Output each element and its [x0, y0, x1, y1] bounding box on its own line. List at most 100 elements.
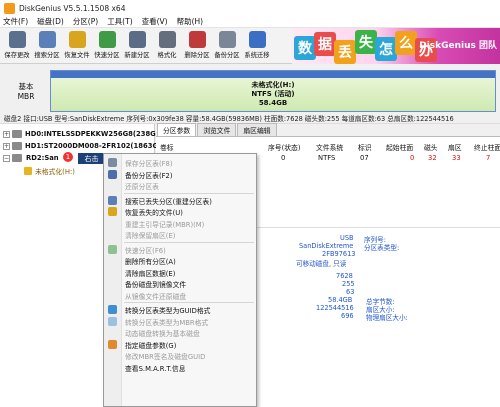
context-menu-item[interactable]: 转换分区表类型为GUID格式: [104, 304, 256, 315]
partition-block[interactable]: 未格式化(H:) NTFS (活动) 58.4GB: [50, 70, 496, 112]
disk-icon: [12, 142, 22, 150]
format-button[interactable]: 格式化: [152, 28, 182, 62]
banner-char: 丢: [334, 40, 356, 64]
tree-node-rd2[interactable]: − RD2:San: [3, 154, 59, 162]
disk-type-label: 基本 MBR: [17, 82, 35, 101]
recover-icon: [108, 207, 117, 216]
delete-icon: [188, 31, 206, 48]
detail-value: 63: [346, 288, 355, 296]
save-icon: [8, 31, 26, 48]
menu-tools[interactable]: 工具(T): [107, 16, 132, 27]
context-menu-label: 清除保留扇区(E): [125, 232, 176, 240]
convert-icon: [108, 305, 117, 314]
context-menu-item: 修改MBR签名及磁盘GUID: [104, 350, 256, 361]
menu-bar: 文件(F) 磁盘(D) 分区(P) 工具(T) 查看(V) 帮助(H): [0, 16, 500, 28]
menu-disk[interactable]: 磁盘(D): [37, 16, 64, 27]
disk-map: 基本 MBR 未格式化(H:) NTFS (活动) 58.4GB: [0, 64, 500, 112]
search-partition-button[interactable]: 搜索分区: [32, 28, 62, 62]
context-menu-item[interactable]: 指定磁盘参数(G): [104, 339, 256, 350]
context-menu-label: 重建主引导记录(MBR)(M): [125, 220, 205, 229]
detail-value: 58.4GB: [328, 296, 353, 304]
banner-char: 怎: [375, 37, 397, 61]
table-cell: 33: [452, 154, 461, 162]
detail-label: 物理扇区大小:: [366, 314, 408, 322]
quick-partition-button[interactable]: 快速分区: [92, 28, 122, 62]
table-cell: 07: [360, 154, 369, 162]
col-header: 标识: [358, 144, 372, 152]
context-menu-label: 修改MBR签名及磁盘GUID: [125, 353, 206, 361]
tree-node-hd1[interactable]: + HD1:ST2000DM008-2FR102(1863G: [3, 142, 158, 150]
backup-partition-button[interactable]: 备份分区: [212, 28, 242, 62]
context-menu-item[interactable]: 备份分区表(F2): [104, 169, 256, 180]
banner-char: 失: [355, 30, 377, 54]
context-menu-item: 保存分区表(F8): [104, 157, 256, 168]
context-menu-label: 指定磁盘参数(G): [125, 341, 177, 350]
context-menu-label: 恢复丢失的文件(U): [125, 209, 183, 217]
partition-name: 未格式化(H:): [251, 81, 295, 89]
detail-label: 分区表类型:: [364, 244, 400, 252]
context-menu-item: 重建主引导记录(MBR)(M): [104, 218, 256, 229]
delete-partition-button[interactable]: 删除分区: [182, 28, 212, 62]
window-title: DiskGenius V5.5.1.1508 x64: [19, 3, 126, 13]
detail-value: 可移动磁盘, 只读: [296, 260, 347, 268]
col-header: 扇区: [448, 144, 462, 152]
menu-view[interactable]: 查看(V): [142, 16, 168, 27]
promo-banner[interactable]: 数 据 丢 失 怎 么 办 DiskGenius 团队: [292, 28, 500, 64]
table-cell: 0: [281, 154, 286, 162]
save-changes-button[interactable]: 保存更改: [2, 28, 32, 62]
context-menu-label: 还原分区表: [125, 183, 159, 191]
context-menu-item: 快速分区(F6): [104, 244, 256, 255]
detail-value: SanDiskExtreme: [299, 242, 354, 250]
system-migrate-button[interactable]: 系统迁移: [242, 28, 272, 62]
context-menu-label: 转换分区表类型为GUID格式: [125, 307, 211, 315]
context-menu-item[interactable]: 备份磁盘到镜像文件: [104, 278, 256, 289]
detail-value: 122544516: [316, 304, 354, 312]
tree-node-partition-h[interactable]: 未格式化(H:): [24, 166, 75, 176]
context-menu-item[interactable]: 恢复丢失的文件(U): [104, 206, 256, 217]
context-menu-item: 还原分区表: [104, 180, 256, 191]
new-partition-button[interactable]: 新建分区: [122, 28, 152, 62]
recover-files-button[interactable]: 恢复文件: [62, 28, 92, 62]
col-header: 终止柱面: [474, 144, 500, 152]
menu-file[interactable]: 文件(F): [3, 16, 28, 27]
format-icon: [158, 31, 176, 48]
disk-icon: [12, 130, 22, 138]
tab-partition-params[interactable]: 分区参数: [157, 123, 197, 136]
backup-icon: [108, 169, 117, 179]
right-click-hint: 右击: [78, 153, 105, 164]
partition-fs: NTFS (活动): [251, 90, 295, 98]
context-menu-item[interactable]: 搜索已丢失分区(重建分区表): [104, 195, 256, 206]
menu-help[interactable]: 帮助(H): [177, 16, 204, 27]
menu-partition[interactable]: 分区(P): [73, 16, 98, 27]
context-menu-label: 快速分区(F6): [125, 246, 166, 255]
banner-char: 据: [314, 32, 336, 56]
recover-icon: [68, 31, 86, 48]
search-icon: [38, 31, 56, 48]
tab-browse-files[interactable]: 浏览文件: [197, 123, 237, 136]
detail-value: 696: [341, 312, 354, 320]
disk-icon: [12, 154, 22, 162]
context-menu-item: 清除保留扇区(E): [104, 229, 256, 240]
context-menu-item[interactable]: 清除扇区数据(E): [104, 267, 256, 278]
banner-brand: DiskGenius 团队: [419, 41, 497, 51]
context-menu-item[interactable]: 查看S.M.A.R.T.信息: [104, 362, 256, 373]
expand-icon: +: [3, 142, 10, 150]
context-menu-item: 转换分区表类型为MBR格式: [104, 316, 256, 327]
context-menu-item[interactable]: 删除所有分区(A): [104, 255, 256, 266]
search-icon: [108, 195, 117, 205]
tab-sector-edit[interactable]: 扇区编辑: [237, 123, 277, 136]
col-header: 卷标: [160, 144, 174, 152]
col-header: 序号(状态): [268, 144, 301, 152]
table-cell: 0: [410, 154, 415, 162]
menu-separator: [124, 241, 254, 243]
context-menu-label: 保存分区表(F8): [125, 160, 173, 168]
context-menu-item: 动态磁盘转换为基本磁盘: [104, 327, 256, 338]
context-menu-label: 从镜像文件还原磁盘: [125, 292, 187, 301]
table-cell: NTFS: [318, 154, 336, 162]
context-menu: 保存分区表(F8) 备份分区表(F2) 还原分区表搜索已丢失分区(重建分区表) 恢复丢…: [103, 153, 257, 407]
save-icon: [108, 158, 117, 167]
banner-char: 么: [395, 31, 417, 55]
detail-value: USB: [340, 234, 354, 242]
tree-node-hd0[interactable]: + HD0:INTELSSDPEKKW256G8(238G: [3, 130, 156, 138]
context-menu-label: 搜索已丢失分区(重建分区表): [125, 197, 212, 206]
